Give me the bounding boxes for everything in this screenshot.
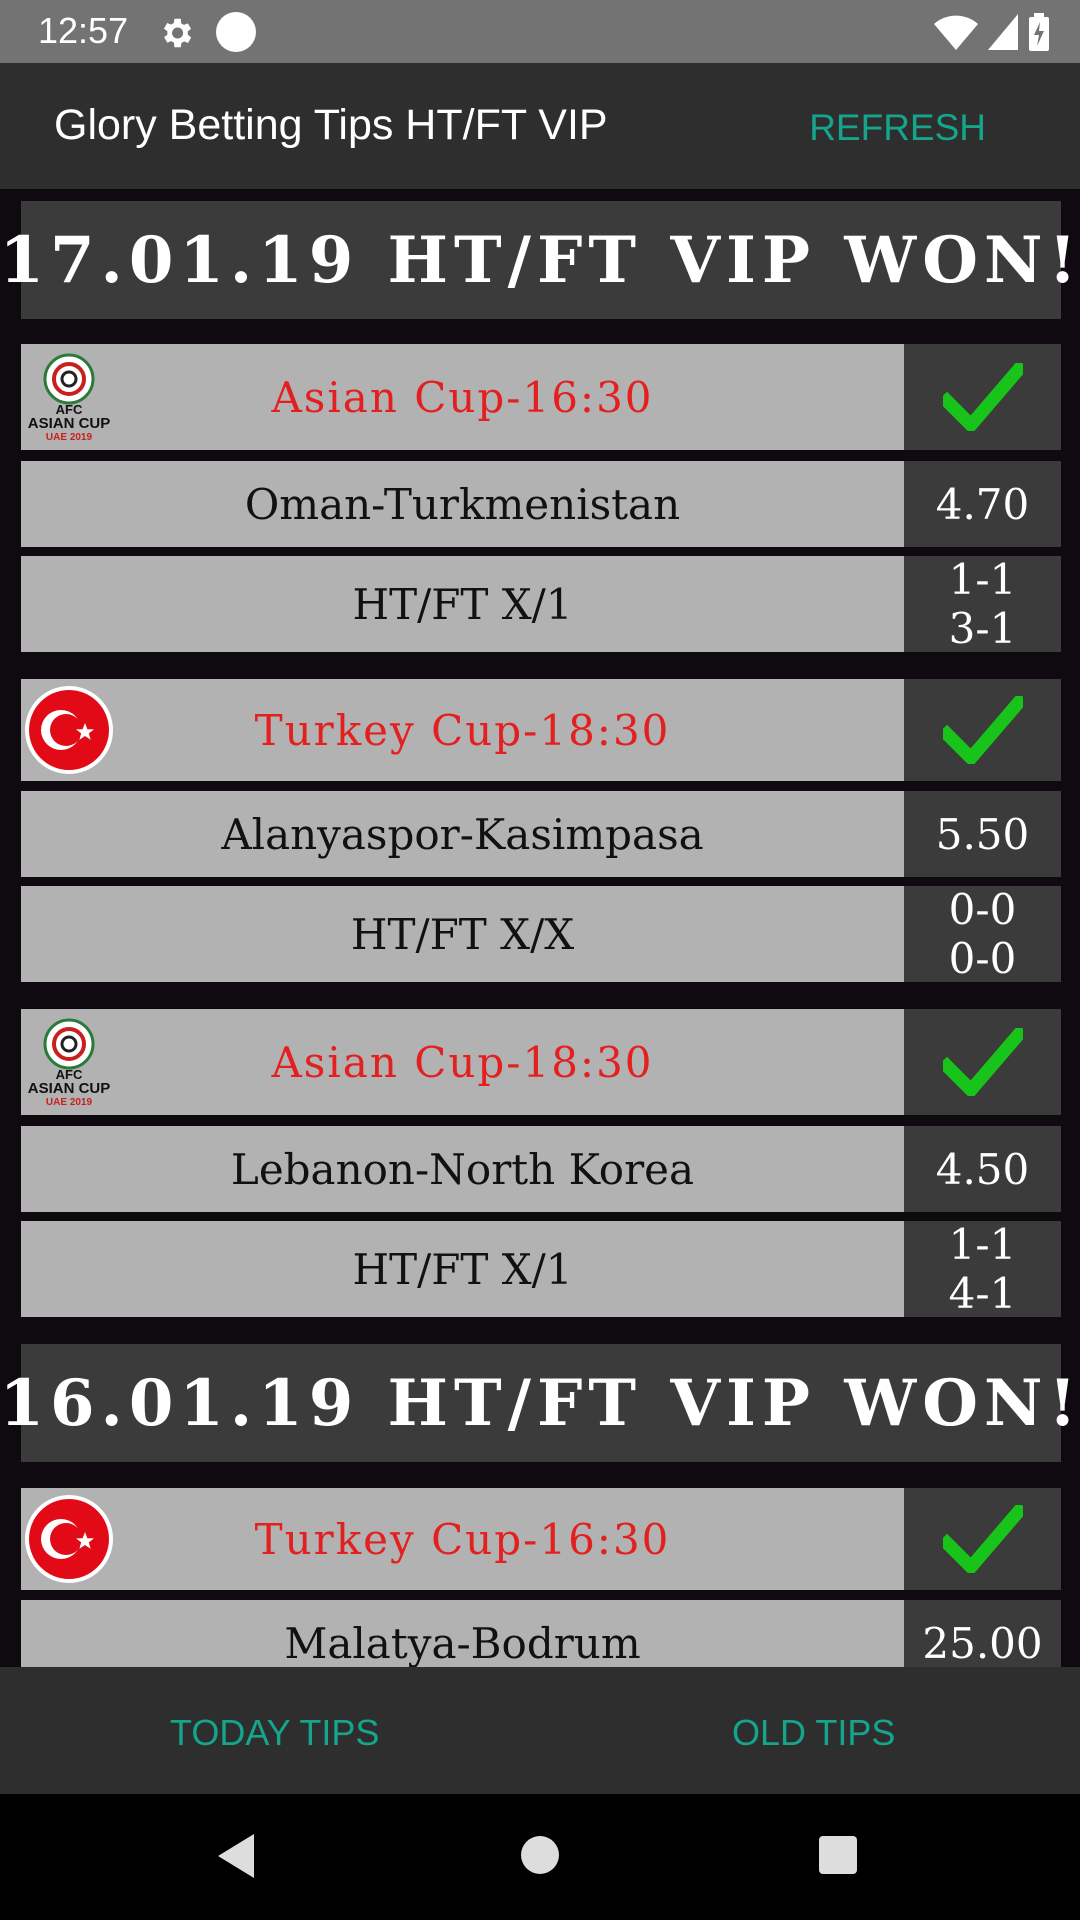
score-ht: 0-0 [948,885,1017,934]
odds-value: 25.00 [922,1618,1043,1668]
system-nav-bar [0,1794,1080,1920]
battery-icon [1029,13,1049,51]
status-icons [934,12,1050,52]
match-row[interactable]: Malatya-Bodrum 25.00 [21,1600,1061,1667]
svg-text:ASIAN CUP: ASIAN CUP [28,415,111,432]
svg-text:UAE 2019: UAE 2019 [46,1097,93,1108]
odds-value: 5.50 [935,809,1030,859]
score-ft: 0-0 [948,934,1017,983]
odds-value: 4.70 [935,479,1030,529]
settings-gear-icon [163,18,192,48]
score-ht: 1-1 [948,1220,1017,1269]
turkey-flag-icon [25,686,113,774]
bet-type: HT/FT X/1 [352,1244,573,1294]
turkey-flag-icon [25,1495,113,1583]
league-title: Asian Cup-18:30 [271,1037,654,1087]
app-title: Glory Betting Tips HT/FT VIP [54,101,608,149]
date-banner: 17.01.19 HT/FT VIP WON! [0,201,1077,319]
match-row[interactable]: Lebanon-North Korea 4.50 [21,1126,1061,1212]
match-row[interactable]: Oman-Turkmenistan 4.70 [21,461,1061,547]
tab-old-tips[interactable]: OLD TIPS [732,1712,895,1754]
status-bar: 12:57 [0,0,1080,63]
league-title: Asian Cup-16:30 [271,372,654,422]
score-ft: 3-1 [948,604,1017,653]
bet-row[interactable]: HT/FT X/1 1-1 3-1 [21,555,1061,653]
league-title: Turkey Cup-16:30 [254,1514,671,1564]
bet-type: HT/FT X/1 [352,579,573,629]
bet-row[interactable]: HT/FT X/X 0-0 0-0 [21,885,1061,983]
odds-value: 4.50 [935,1144,1030,1194]
green-check-icon [942,696,1023,764]
recents-icon[interactable] [818,1835,858,1875]
league-row[interactable]: Turkey Cup-16:30 [21,1488,1061,1590]
date-banner: 16.01.19 HT/FT VIP WON! [0,1344,1077,1462]
afc-asian-cup-logo-icon: AFC ASIAN CUP UAE 2019 [28,1018,111,1108]
svg-text:ASIAN CUP: ASIAN CUP [28,1080,111,1097]
bet-type: HT/FT X/X [350,909,575,959]
wifi-icon [934,15,978,50]
refresh-button[interactable]: REFRESH [809,107,986,149]
afc-asian-cup-logo-icon: AFC ASIAN CUP UAE 2019 [28,353,111,443]
tips-list[interactable]: 17.01.19 HT/FT VIP WON! AFC ASIAN CUP UA… [0,189,1080,1667]
status-time: 12:57 [38,10,129,51]
league-row[interactable]: Turkey Cup-18:30 [21,679,1061,781]
match-name: Malatya-Bodrum [284,1618,641,1668]
home-icon[interactable] [520,1835,560,1875]
match-name: Alanyaspor-Kasimpasa [221,809,704,859]
back-icon[interactable] [214,1832,258,1880]
green-check-icon [942,1028,1023,1096]
green-check-icon [942,1505,1023,1573]
app-bar: Glory Betting Tips HT/FT VIP REFRESH [0,63,1080,189]
tab-today-tips[interactable]: TODAY TIPS [170,1712,379,1754]
score-ht: 1-1 [948,555,1017,604]
league-title: Turkey Cup-18:30 [254,705,671,755]
notification-dot-icon [216,12,256,52]
league-row[interactable]: AFC ASIAN CUP UAE 2019 Asian Cup-18:30 [21,1009,1061,1115]
svg-text:UAE 2019: UAE 2019 [46,432,93,443]
score-ft: 4-1 [948,1269,1017,1318]
match-name: Lebanon-North Korea [230,1144,695,1194]
signal-icon [988,14,1018,50]
green-check-icon [942,363,1023,431]
bet-row[interactable]: HT/FT X/1 1-1 4-1 [21,1220,1061,1318]
bottom-tab-bar: TODAY TIPS OLD TIPS [0,1667,1080,1794]
league-row[interactable]: AFC ASIAN CUP UAE 2019 Asian Cup-16:30 [21,344,1061,450]
match-name: Oman-Turkmenistan [244,479,681,529]
match-row[interactable]: Alanyaspor-Kasimpasa 5.50 [21,791,1061,877]
